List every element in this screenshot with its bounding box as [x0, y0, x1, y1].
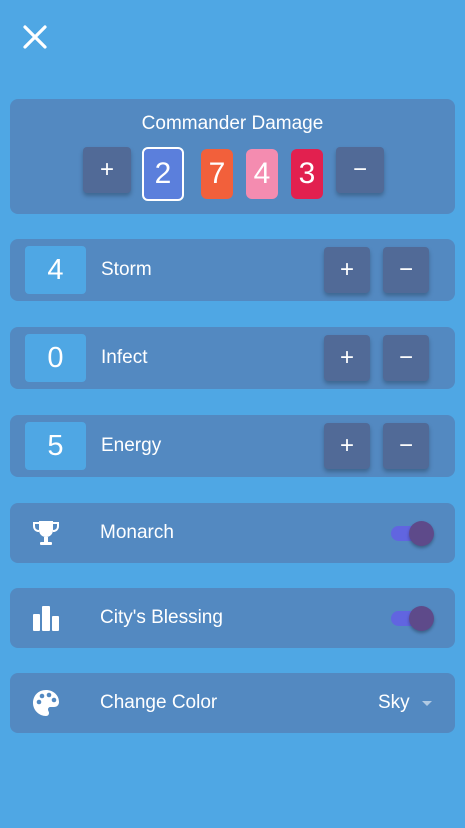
palette-icon	[30, 687, 62, 719]
opponent-chip-3[interactable]: 4	[246, 149, 278, 199]
toggle-knob	[409, 521, 434, 546]
citys-blessing-toggle[interactable]	[389, 606, 434, 631]
counter-value: 5	[25, 422, 86, 470]
caret-down-icon	[421, 700, 432, 706]
toggle-knob	[409, 606, 434, 631]
counter-energy: 5 Energy + −	[10, 415, 455, 477]
trophy-icon	[30, 517, 62, 549]
infect-plus-button[interactable]: +	[324, 335, 370, 381]
energy-plus-button[interactable]: +	[324, 423, 370, 469]
counter-label: Energy	[101, 435, 162, 456]
infect-minus-button[interactable]: −	[383, 335, 429, 381]
monarch-label: Monarch	[100, 522, 174, 543]
monarch-row: Monarch	[10, 503, 455, 563]
change-color-label: Change Color	[100, 692, 218, 713]
commander-damage-title: Commander Damage	[141, 113, 324, 134]
commander-damage-row: + 2 7 4 3 −	[10, 147, 455, 201]
storm-plus-button[interactable]: +	[324, 247, 370, 293]
opponent-chip-1[interactable]: 2	[142, 147, 184, 201]
city-icon	[30, 602, 62, 634]
counter-infect: 0 Infect + −	[10, 327, 455, 389]
opponent-chip-4[interactable]: 3	[291, 149, 323, 199]
commander-damage-panel: Commander Damage + 2 7 4 3 −	[10, 99, 455, 214]
color-select[interactable]: Sky	[378, 673, 432, 733]
counter-label: Storm	[101, 259, 152, 280]
counter-label: Infect	[101, 347, 148, 368]
close-button[interactable]	[22, 24, 48, 50]
commander-damage-plus-button[interactable]: +	[83, 147, 131, 193]
counter-storm: 4 Storm + −	[10, 239, 455, 301]
change-color-row: Change Color Sky	[10, 673, 455, 733]
monarch-toggle[interactable]	[389, 521, 434, 546]
counter-value: 0	[25, 334, 86, 382]
citys-blessing-label: City's Blessing	[100, 607, 223, 628]
commander-damage-minus-button[interactable]: −	[336, 147, 384, 193]
energy-minus-button[interactable]: −	[383, 423, 429, 469]
opponent-chip-2[interactable]: 7	[201, 149, 233, 199]
color-select-value: Sky	[378, 692, 410, 713]
close-icon	[23, 25, 47, 49]
citys-blessing-row: City's Blessing	[10, 588, 455, 648]
storm-minus-button[interactable]: −	[383, 247, 429, 293]
counter-value: 4	[25, 246, 86, 294]
